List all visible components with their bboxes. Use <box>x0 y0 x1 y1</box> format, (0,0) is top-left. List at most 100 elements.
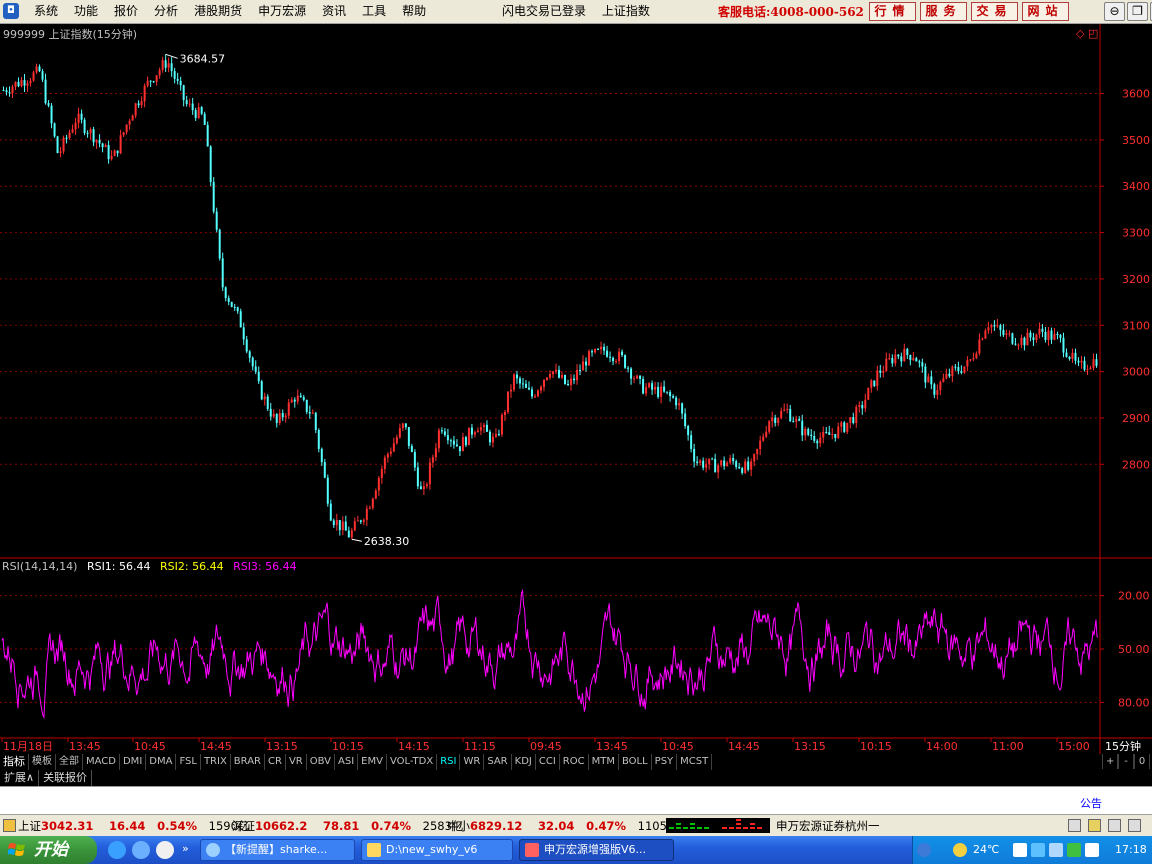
indicator-tab-kdj[interactable]: KDJ <box>512 754 536 770</box>
indicator-tab-trix[interactable]: TRIX <box>201 754 231 770</box>
ie-icon[interactable] <box>108 841 126 859</box>
task-folder[interactable]: D:\new_swhy_v6 <box>361 839 513 861</box>
quicklaunch-expand-icon[interactable]: » <box>182 842 189 855</box>
candle-body <box>164 60 167 68</box>
network-icon[interactable] <box>1031 843 1045 857</box>
trade-button[interactable]: 交易 <box>971 2 1018 21</box>
indicator-tab-vol-tdx[interactable]: VOL-TDX <box>387 754 438 770</box>
indicator-tab-vr[interactable]: VR <box>286 754 307 770</box>
menu-system[interactable]: 系统 <box>26 3 66 20</box>
indicator-tab-wr[interactable]: WR <box>460 754 485 770</box>
indicator-tab-psy[interactable]: PSY <box>652 754 678 770</box>
candle-body <box>1014 343 1017 345</box>
menu-news[interactable]: 资讯 <box>314 3 354 20</box>
website-button[interactable]: 网站 <box>1022 2 1069 21</box>
indicator-tab-cr[interactable]: CR <box>265 754 286 770</box>
menu-analysis[interactable]: 分析 <box>146 3 186 20</box>
candle-body <box>92 129 95 143</box>
menu-swhy[interactable]: 申万宏源 <box>250 3 314 20</box>
zx-pct: 0.47% <box>586 819 626 833</box>
add-panel-button[interactable]: + <box>1102 754 1118 769</box>
indicator-tab-dma[interactable]: DMA <box>146 754 177 770</box>
lock-icon[interactable] <box>1088 819 1101 832</box>
sh-index[interactable]: 上证3042.31 16.44 0.54% 1590亿 <box>18 818 249 834</box>
expand-tab[interactable]: 扩展∧ <box>0 770 40 786</box>
indicator-tab-obv[interactable]: OBV <box>307 754 335 770</box>
service-button[interactable]: 服务 <box>920 2 967 21</box>
indicator-tab-macd[interactable]: MACD <box>83 754 120 770</box>
candle-body <box>224 287 227 299</box>
menu-hk-futures[interactable]: 港股期货 <box>186 3 250 20</box>
indicator-tab-rsi[interactable]: RSI <box>437 754 461 770</box>
zx-index[interactable]: 中小6829.12 32.04 0.47% 1105亿 <box>447 818 678 834</box>
candle-body <box>458 446 461 452</box>
indicator-tab-brar[interactable]: BRAR <box>231 754 265 770</box>
task-trading-app[interactable]: 申万宏源增强版V6... <box>519 839 674 861</box>
candle-body <box>891 358 894 364</box>
browser-icon[interactable] <box>132 841 150 859</box>
candle-body <box>434 448 437 458</box>
layout-icon[interactable] <box>1068 819 1081 832</box>
candle-body <box>41 71 44 80</box>
sz-index[interactable]: 深证10662.2 78.81 0.74% 2583亿 <box>232 818 463 834</box>
indicator-tab-fsl[interactable]: FSL <box>176 754 201 770</box>
indicator-tab-mtm[interactable]: MTM <box>589 754 619 770</box>
grid-icon[interactable] <box>1128 819 1141 832</box>
candle-body <box>464 437 467 446</box>
indicator-tab-mcst[interactable]: MCST <box>677 754 713 770</box>
app-logo-icon[interactable]: ◘ <box>3 3 19 19</box>
indicator-tab-asi[interactable]: ASI <box>335 754 359 770</box>
candle-body <box>443 431 446 436</box>
trade-login-status: 闪电交易已登录 <box>502 4 587 18</box>
candle-body <box>1008 333 1011 335</box>
start-label: 开始 <box>34 840 68 860</box>
candle-body <box>272 413 275 417</box>
chart-area[interactable]: 2800 2900 3000 3100 3200 3300 3400 3500 3600 3684… <box>0 24 1152 754</box>
candle-body <box>248 351 251 358</box>
candle-body <box>2 90 5 92</box>
price-axis-label: 3600 <box>1122 88 1150 101</box>
candle-body <box>837 426 840 438</box>
start-button[interactable]: 开始 <box>0 836 97 864</box>
candle-body <box>452 440 455 445</box>
indicator-tab-dmi[interactable]: DMI <box>120 754 147 770</box>
expand-tray-icon[interactable] <box>917 843 931 857</box>
menu-function[interactable]: 功能 <box>66 3 106 20</box>
candle-body <box>1068 356 1071 359</box>
indicator-tab-sar[interactable]: SAR <box>484 754 512 770</box>
indicator-tab-emv[interactable]: EMV <box>358 754 387 770</box>
indicator-tab-指标[interactable]: 指标 <box>0 754 29 770</box>
notice-link[interactable]: 公告 <box>1080 795 1102 811</box>
menu-quote[interactable]: 报价 <box>106 3 146 20</box>
candle-body <box>140 101 143 106</box>
candle-body <box>627 367 630 369</box>
candlestick-chart[interactable]: 2800 2900 3000 3100 3200 3300 3400 3500 3600 3684… <box>0 24 1152 754</box>
reset-panel-button[interactable]: 0 <box>1134 754 1150 769</box>
qq-icon[interactable] <box>156 841 174 859</box>
ime-icon[interactable] <box>1013 843 1027 857</box>
shield-icon[interactable] <box>1085 843 1099 857</box>
quote-button[interactable]: 行情 <box>869 2 916 21</box>
candle-body <box>1035 334 1038 340</box>
weather-icon[interactable] <box>953 843 967 857</box>
indicator-tab-模板[interactable]: 模板 <box>29 754 56 770</box>
candle-body <box>687 426 690 436</box>
indicator-tab-cci[interactable]: CCI <box>536 754 560 770</box>
indicator-tab-全部[interactable]: 全部 <box>56 754 83 770</box>
indicator-tab-boll[interactable]: BOLL <box>619 754 652 770</box>
settings-icon[interactable] <box>1108 819 1121 832</box>
related-quote-tab[interactable]: 关联报价 <box>39 770 93 786</box>
menu-tools[interactable]: 工具 <box>354 3 394 20</box>
candle-body <box>786 408 789 410</box>
indicator-tab-roc[interactable]: ROC <box>560 754 589 770</box>
antivirus-icon[interactable] <box>1067 843 1081 857</box>
candle-body <box>819 437 822 444</box>
minimize-icon[interactable]: ⊖ <box>1104 2 1125 21</box>
restore-icon[interactable]: ❐ <box>1127 2 1148 21</box>
menu-help[interactable]: 帮助 <box>394 3 434 20</box>
volume-icon[interactable] <box>1049 843 1063 857</box>
candle-body <box>86 132 89 134</box>
task-browser[interactable]: 【新提醒】sharke... <box>200 839 355 861</box>
time-axis-label: 13:15 <box>266 740 298 753</box>
remove-panel-button[interactable]: - <box>1118 754 1134 769</box>
